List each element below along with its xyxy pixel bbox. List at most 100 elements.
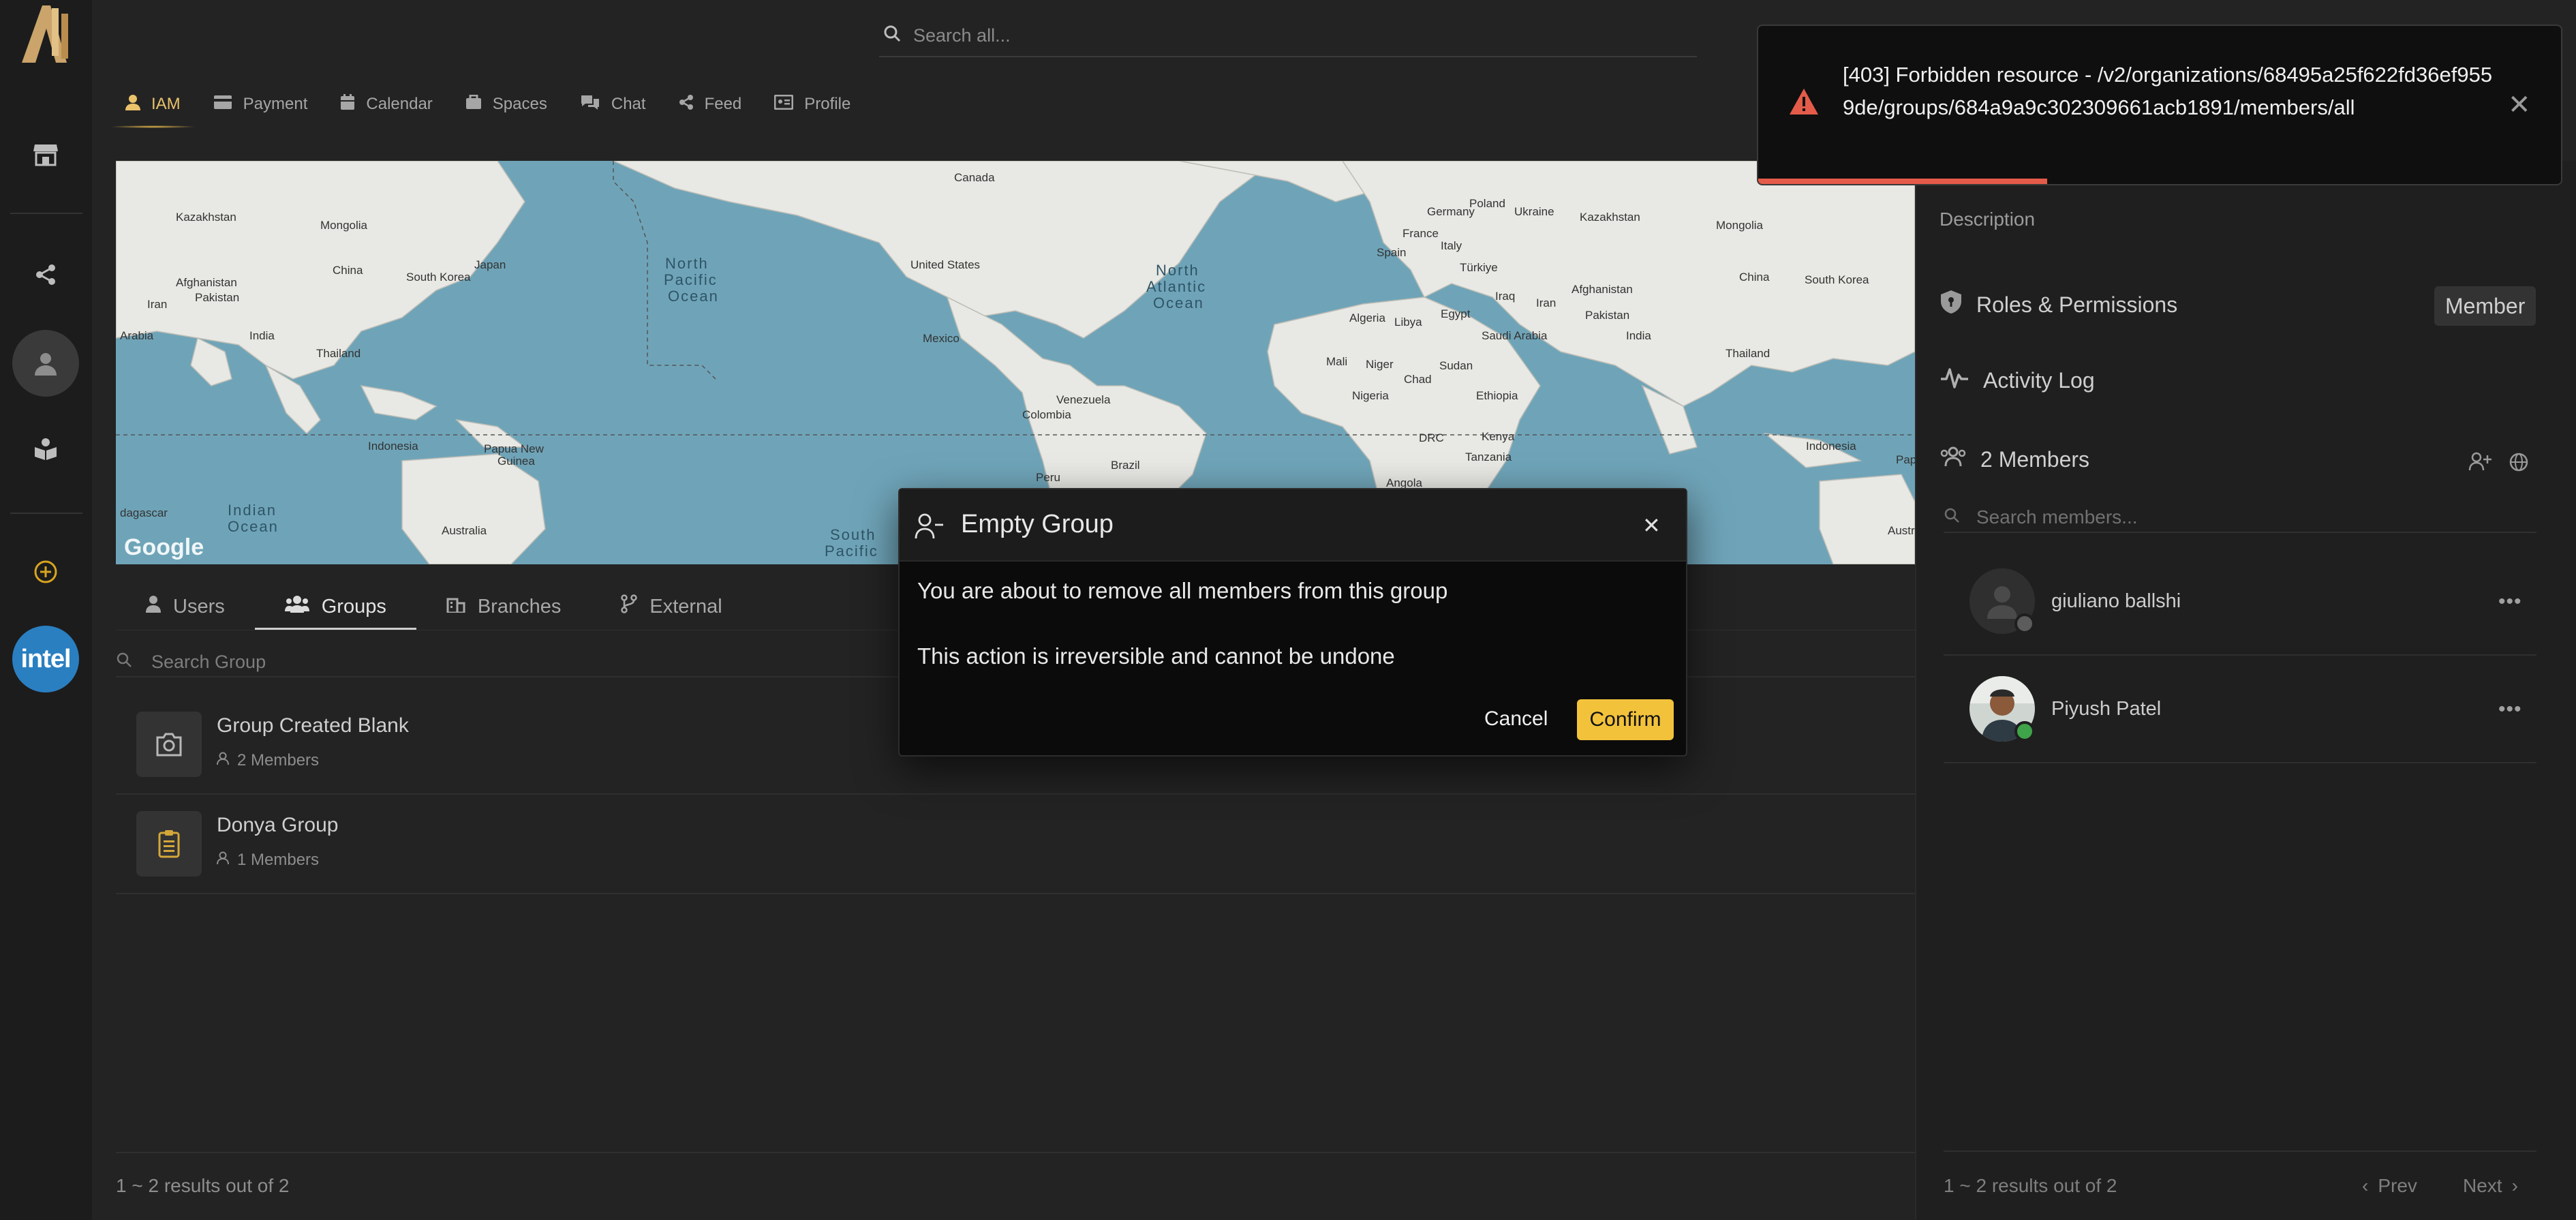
id-card-icon xyxy=(773,94,794,115)
close-icon[interactable]: ✕ xyxy=(2508,91,2531,119)
member-row[interactable]: Piyush Patel ••• xyxy=(1944,656,2536,763)
store-icon[interactable] xyxy=(25,134,67,176)
share-icon[interactable] xyxy=(25,254,67,296)
svg-text:Japan: Japan xyxy=(474,258,506,271)
tab-payment[interactable]: Payment xyxy=(197,80,324,128)
user-icon xyxy=(217,851,229,870)
tab-users[interactable]: Users xyxy=(116,583,255,630)
user-icon xyxy=(217,751,229,770)
tab-iam[interactable]: IAM xyxy=(109,80,197,128)
camera-icon xyxy=(136,712,202,777)
avatar[interactable] xyxy=(12,330,79,397)
tab-spaces[interactable]: Spaces xyxy=(449,80,564,128)
next-button[interactable]: Next › xyxy=(2463,1175,2518,1197)
users-icon xyxy=(284,595,309,618)
members-search[interactable]: Search members... xyxy=(1944,503,2536,533)
svg-text:Nigeria: Nigeria xyxy=(1352,389,1389,402)
svg-text:China: China xyxy=(333,264,363,277)
tab-label: External xyxy=(649,595,722,617)
add-circle-icon[interactable] xyxy=(25,551,67,593)
svg-text:Pap: Pap xyxy=(1896,453,1915,466)
tab-label: IAM xyxy=(151,95,181,113)
svg-text:Arabia: Arabia xyxy=(120,329,154,342)
svg-text:Chad: Chad xyxy=(1404,373,1432,386)
tab-profile[interactable]: Profile xyxy=(758,80,867,128)
status-online-dot xyxy=(2014,721,2035,742)
users-icon xyxy=(1939,446,1967,473)
group-search-input[interactable]: Search Group xyxy=(151,652,266,673)
global-search-input[interactable]: Search all... xyxy=(913,25,1011,46)
svg-text:Ethiopia: Ethiopia xyxy=(1476,389,1518,402)
calendar-icon xyxy=(340,93,355,115)
svg-text:Colombia: Colombia xyxy=(1022,408,1071,421)
tab-branches[interactable]: Branches xyxy=(416,583,592,630)
svg-text:Ocean: Ocean xyxy=(228,518,279,535)
map-watermark: Google xyxy=(124,534,204,560)
book-icon[interactable] xyxy=(25,428,67,470)
tab-label: Spaces xyxy=(492,95,547,113)
add-member-icon[interactable] xyxy=(2468,451,2491,475)
svg-text:Indian: Indian xyxy=(228,502,277,519)
svg-text:Indonesia: Indonesia xyxy=(368,440,418,453)
tab-feed[interactable]: Feed xyxy=(662,80,758,128)
dialog-header: Empty Group ✕ xyxy=(900,489,1686,562)
svg-text:Canada: Canada xyxy=(954,171,995,184)
svg-text:Mexico: Mexico xyxy=(923,332,960,345)
svg-text:Iran: Iran xyxy=(1536,296,1556,309)
tab-label: Users xyxy=(173,595,225,617)
cancel-button[interactable]: Cancel xyxy=(1473,701,1559,737)
svg-text:Ocean: Ocean xyxy=(1153,294,1204,311)
results-count: 1 ~ 2 results out of 2 xyxy=(1944,1175,2117,1196)
member-name: giuliano ballshi xyxy=(2051,590,2181,612)
list-item[interactable]: Donya Group 1 Members xyxy=(116,795,1915,894)
roles-permissions-row[interactable]: Roles & Permissions xyxy=(1939,289,2177,320)
user-minus-icon xyxy=(915,513,945,543)
svg-text:Libya: Libya xyxy=(1394,316,1422,329)
svg-text:South: South xyxy=(830,526,876,543)
tab-calendar[interactable]: Calendar xyxy=(324,80,448,128)
tab-external[interactable]: External xyxy=(591,583,752,630)
svg-text:DRC: DRC xyxy=(1419,431,1444,444)
member-row[interactable]: giuliano ballshi ••• xyxy=(1944,548,2536,656)
iam-subtabs: Users Groups Branches External xyxy=(116,583,752,630)
svg-text:Tanzania: Tanzania xyxy=(1465,451,1512,463)
svg-text:Kazakhstan: Kazakhstan xyxy=(1580,211,1640,224)
svg-text:South Korea: South Korea xyxy=(1805,273,1869,286)
member-name: Piyush Patel xyxy=(2051,698,2162,720)
svg-text:Thailand: Thailand xyxy=(1726,347,1770,360)
left-rail: intel xyxy=(0,0,92,1220)
rail-divider xyxy=(10,513,82,514)
globe-icon[interactable] xyxy=(2509,453,2528,475)
tab-label: Chat xyxy=(611,95,646,113)
svg-text:Venezuela: Venezuela xyxy=(1056,393,1111,406)
clipboard-icon xyxy=(136,811,202,876)
svg-text:Italy: Italy xyxy=(1441,239,1462,252)
svg-text:Pacific: Pacific xyxy=(825,543,878,560)
tab-label: Calendar xyxy=(366,95,433,113)
share-icon xyxy=(679,94,694,115)
activity-log-row[interactable]: Activity Log xyxy=(1939,365,2095,395)
dialog-title: Empty Group xyxy=(961,510,1114,538)
member-count: 1 Members xyxy=(217,851,319,870)
svg-text:North: North xyxy=(1156,262,1199,279)
tab-chat[interactable]: Chat xyxy=(564,80,662,128)
members-search-input[interactable]: Search members... xyxy=(1976,506,2138,528)
logo-icon[interactable] xyxy=(14,0,75,68)
more-icon[interactable]: ••• xyxy=(2498,698,2522,721)
svg-text:India: India xyxy=(1626,329,1651,342)
tab-groups[interactable]: Groups xyxy=(254,583,416,630)
description-label: Description xyxy=(1939,209,2036,230)
confirm-button[interactable]: Confirm xyxy=(1577,699,1674,740)
prev-button[interactable]: ‹ Prev xyxy=(2362,1175,2417,1197)
svg-text:Saudi Arabia: Saudi Arabia xyxy=(1482,329,1548,342)
search-icon xyxy=(883,25,901,47)
org-badge[interactable]: intel xyxy=(12,626,79,692)
warning-icon xyxy=(1788,87,1820,119)
svg-text:Algeria: Algeria xyxy=(1349,311,1385,324)
more-icon[interactable]: ••• xyxy=(2498,590,2522,613)
user-icon xyxy=(125,94,140,115)
svg-text:Mongolia: Mongolia xyxy=(1716,219,1764,232)
close-icon[interactable]: ✕ xyxy=(1642,513,1661,538)
global-search[interactable]: Search all... xyxy=(879,15,1697,57)
svg-text:Niger: Niger xyxy=(1366,358,1394,371)
